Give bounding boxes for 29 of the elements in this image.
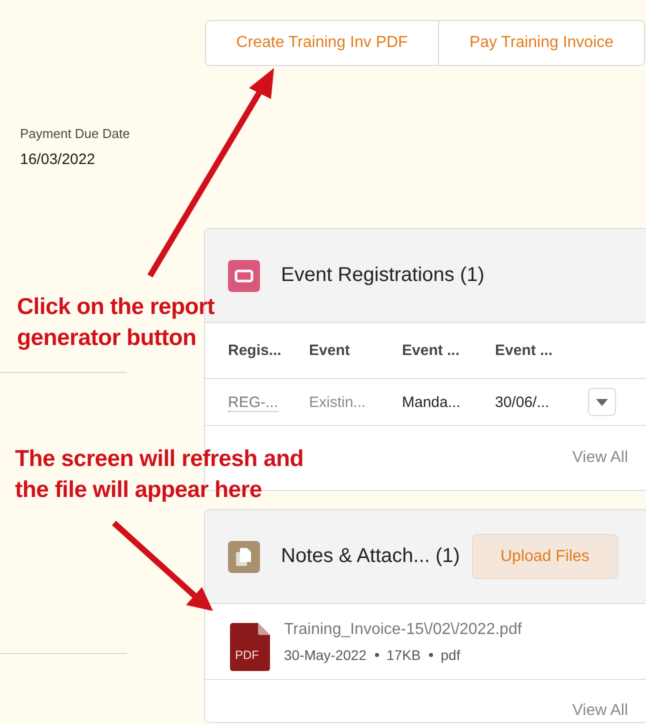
files-icon — [228, 540, 260, 572]
file-type-label: PDF — [235, 648, 259, 662]
view-all-link[interactable]: View All — [572, 449, 628, 467]
pdf-file-icon — [230, 622, 270, 670]
column-header: Regis... — [228, 342, 282, 359]
table-cell: 30/06/... — [495, 394, 550, 410]
upload-files-button[interactable]: Upload Files — [472, 534, 618, 579]
ticket-icon — [228, 260, 260, 292]
annotation-text: Click on the report generator button — [17, 292, 214, 352]
field-label: Payment Due Date — [20, 126, 131, 141]
column-header: Event — [309, 342, 351, 359]
card-title[interactable]: Event Registrations (1) — [281, 264, 484, 287]
table-cell: Existin... — [309, 394, 366, 410]
field-value: 16/03/2022 — [20, 151, 96, 168]
separator-dot — [374, 652, 378, 656]
card-title[interactable]: Notes & Attach... (1) — [281, 545, 460, 568]
view-all-link[interactable]: View All — [572, 702, 628, 720]
column-header: Event ... — [402, 342, 461, 359]
column-header: Event ... — [495, 342, 554, 359]
file-meta: 30-May-2022 — [284, 646, 366, 662]
annotation-text: The screen will refresh and the file will appear here — [15, 444, 304, 504]
action-button[interactable]: Pay Training Invoice — [438, 21, 644, 65]
table-cell[interactable]: REG-... — [228, 394, 278, 412]
table-cell: Manda... — [402, 394, 460, 410]
file-name-link[interactable]: Training_Invoice-15\/02\/2022.pdf — [284, 620, 522, 638]
file-meta: 17KB — [386, 646, 421, 662]
file-meta: pdf — [440, 646, 460, 662]
dropdown-button[interactable] — [588, 388, 616, 416]
separator-dot — [428, 652, 433, 656]
